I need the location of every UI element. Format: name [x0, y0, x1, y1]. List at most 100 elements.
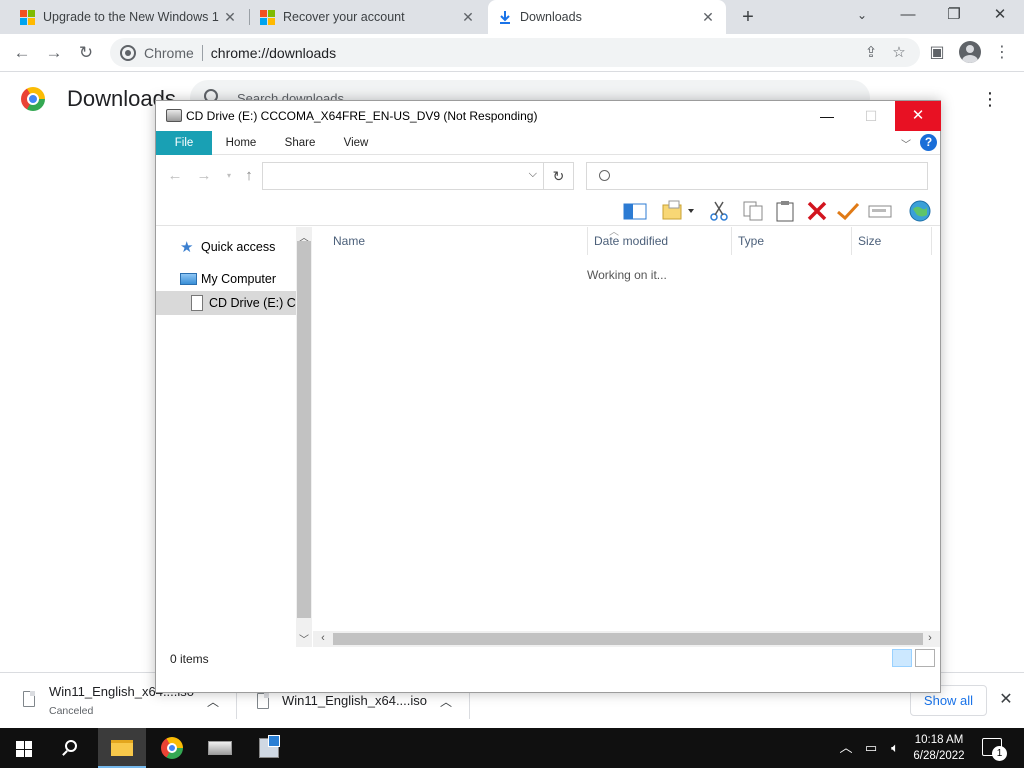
explorer-minimize-button[interactable]: — — [804, 101, 850, 131]
share-icon[interactable]: ⇪ — [860, 38, 882, 67]
chrome-site-icon — [120, 44, 136, 61]
taskbar-search-button[interactable] — [48, 728, 96, 768]
taskbar-chrome[interactable] — [148, 728, 196, 768]
copy-icon[interactable] — [740, 199, 766, 223]
nav-item-cd-drive[interactable]: CD Drive (E:) CC — [156, 291, 296, 315]
ribbon-tab-view[interactable]: View — [337, 131, 375, 155]
explorer-address-input[interactable]: ⌵ — [262, 162, 544, 190]
recent-dropdown-icon[interactable]: ▾ — [220, 166, 238, 186]
column-header-size[interactable]: Size — [852, 227, 932, 255]
new-folder-icon[interactable] — [660, 199, 686, 223]
chevron-down-icon[interactable]: ⌵ — [529, 168, 537, 181]
globe-icon[interactable] — [907, 199, 933, 223]
profile-avatar[interactable] — [959, 41, 981, 63]
scroll-down-icon[interactable]: ﹀ — [296, 631, 312, 646]
help-icon[interactable]: ? — [920, 134, 937, 151]
url-text[interactable]: chrome://downloads — [211, 45, 336, 61]
downloads-more-icon[interactable]: ⋮ — [980, 88, 1000, 110]
rename-icon[interactable] — [867, 199, 893, 223]
back-button[interactable]: ← — [10, 41, 34, 65]
scroll-right-icon[interactable]: › — [922, 632, 938, 644]
back-arrow-icon[interactable]: ← — [166, 166, 184, 186]
explorer-maximize-button[interactable]: ☐ — [848, 101, 894, 131]
delete-icon[interactable] — [804, 199, 830, 223]
nav-item-label: Quick access — [201, 240, 276, 254]
explorer-search-input[interactable] — [586, 162, 928, 190]
navigation-scrollbar[interactable]: ︿ ﹀ — [296, 227, 312, 647]
ribbon-tabs: File Home Share View ﹀ ? — [156, 131, 940, 155]
close-tab-icon[interactable]: ✕ — [460, 9, 476, 25]
nav-item-label: CD Drive (E:) CC — [209, 296, 296, 310]
tab-recover-account[interactable]: Recover your account ✕ — [250, 0, 486, 34]
refresh-icon[interactable]: ↻ — [544, 162, 574, 190]
ribbon-tab-home[interactable]: Home — [220, 131, 262, 155]
nav-item-quick-access[interactable]: ★ Quick access — [156, 235, 296, 259]
navigation-pane: ★ Quick access My Computer CD Drive (E:)… — [156, 227, 296, 619]
tab-title: Upgrade to the New Windows 1 — [43, 10, 219, 24]
window-title: CD Drive (E:) CCCOMA_X64FRE_EN-US_DV9 (N… — [186, 109, 538, 123]
large-icons-view-icon[interactable] — [915, 649, 935, 667]
item-count: 0 items — [170, 652, 209, 666]
bookmark-star-icon[interactable]: ☆ — [888, 38, 910, 67]
tab-upgrade-windows[interactable]: Upgrade to the New Windows 1 ✕ — [10, 0, 248, 34]
browser-toolbar: ← → ↻ Chrome chrome://downloads ⇪ ☆ ▣ ⋮ — [0, 34, 1024, 72]
checkmark-icon[interactable] — [835, 199, 861, 223]
preview-pane-icon[interactable] — [622, 199, 648, 223]
up-arrow-icon[interactable]: ↑ — [240, 166, 258, 186]
dropdown-arrow-icon[interactable] — [686, 199, 696, 223]
explorer-close-button[interactable]: ✕ — [895, 101, 941, 131]
column-header-name[interactable]: Name — [327, 227, 588, 255]
taskbar-file-explorer[interactable] — [98, 728, 146, 768]
nav-item-my-computer[interactable]: My Computer — [156, 267, 296, 291]
column-header-date-modified[interactable]: Date modified — [588, 227, 732, 255]
ribbon-tab-file[interactable]: File — [156, 131, 212, 155]
side-panel-icon[interactable]: ▣ — [925, 41, 949, 65]
new-tab-button[interactable]: + — [737, 6, 759, 28]
tray-chevron-icon[interactable]: ︿ — [838, 728, 854, 768]
close-window-button[interactable]: ✕ — [977, 0, 1023, 34]
taskbar-clock[interactable]: 10:18 AM 6/28/2022 — [906, 732, 972, 764]
close-shelf-icon[interactable]: ✕ — [996, 689, 1016, 711]
chevron-up-icon[interactable]: ︿ — [438, 693, 454, 710]
tab-strip: Upgrade to the New Windows 1 ✕ Recover y… — [0, 0, 1024, 34]
tab-downloads[interactable]: Downloads ✕ — [488, 0, 726, 34]
ribbon-tab-share[interactable]: Share — [278, 131, 322, 155]
horizontal-scrollbar[interactable]: ‹ › — [313, 631, 940, 647]
details-view-icon[interactable] — [892, 649, 912, 667]
nav-item-label: My Computer — [201, 272, 277, 286]
tab-search-icon[interactable]: ⌄ — [839, 0, 885, 34]
explorer-title-bar[interactable]: CD Drive (E:) CCCOMA_X64FRE_EN-US_DV9 (N… — [156, 101, 941, 131]
forward-button[interactable]: → — [42, 41, 66, 65]
paste-icon[interactable] — [772, 199, 798, 223]
volume-icon[interactable]: 🔈︎ — [884, 728, 906, 768]
expand-ribbon-icon[interactable]: ﹀ — [901, 136, 911, 151]
close-tab-icon[interactable]: ✕ — [700, 9, 716, 25]
network-icon[interactable]: ▭ — [860, 728, 882, 768]
cd-drive-icon — [166, 109, 182, 122]
scroll-thumb[interactable] — [333, 633, 923, 645]
taskbar-setup[interactable] — [245, 728, 293, 768]
clock-date: 6/28/2022 — [913, 750, 965, 762]
scroll-thumb[interactable] — [297, 241, 311, 618]
reload-button[interactable]: ↻ — [74, 41, 98, 65]
command-bar — [156, 196, 940, 226]
microsoft-logo-icon — [20, 9, 35, 25]
close-tab-icon[interactable]: ✕ — [222, 9, 238, 25]
tab-title: Downloads — [520, 10, 582, 24]
cut-icon[interactable] — [706, 199, 732, 223]
minimize-button[interactable]: — — [885, 0, 931, 34]
scroll-left-icon[interactable]: ‹ — [315, 632, 331, 644]
menu-kebab-icon[interactable]: ⋮ — [990, 41, 1014, 65]
chevron-up-icon[interactable]: ︿ — [205, 693, 221, 710]
tab-title: Recover your account — [283, 10, 405, 24]
taskbar: ︿ ▭ 🔈︎ 10:18 AM 6/28/2022 1 — [0, 728, 1024, 768]
column-header-type[interactable]: Type — [732, 227, 852, 255]
forward-arrow-icon[interactable]: → — [195, 166, 213, 186]
restore-button[interactable]: ❐ — [931, 0, 977, 34]
taskbar-cd-drive[interactable] — [196, 728, 244, 768]
start-button[interactable] — [0, 728, 48, 768]
setup-icon — [259, 735, 280, 758]
address-bar[interactable]: Chrome chrome://downloads ⇪ ☆ — [110, 38, 920, 67]
file-explorer-window: CD Drive (E:) CCCOMA_X64FRE_EN-US_DV9 (N… — [155, 100, 941, 693]
chrome-icon — [161, 737, 183, 759]
